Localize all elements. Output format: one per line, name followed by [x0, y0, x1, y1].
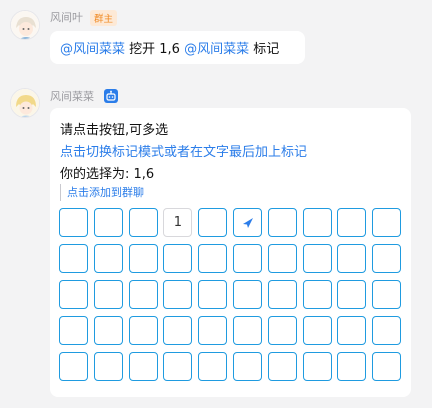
grid-cell-button[interactable] — [198, 280, 228, 309]
grid-cell-button[interactable] — [372, 316, 402, 345]
grid-cell-button[interactable] — [302, 316, 332, 345]
grid-cell-button[interactable] — [198, 208, 228, 237]
sender-name: 风间叶 — [50, 11, 83, 24]
grid-cell-button[interactable] — [163, 316, 193, 345]
robot-icon — [104, 89, 118, 103]
grid-cell-button[interactable] — [337, 244, 367, 273]
grid-cell-button[interactable] — [128, 316, 158, 345]
grid-cell-button[interactable] — [93, 280, 123, 309]
grid-cell-button[interactable] — [302, 208, 332, 237]
grid-cell-button[interactable] — [372, 352, 402, 381]
grid-cell-button[interactable] — [93, 316, 123, 345]
grid-cell-button[interactable] — [198, 244, 228, 273]
grid-cell-button[interactable] — [93, 244, 123, 273]
sender-name: 风间菜菜 — [50, 90, 94, 103]
grid-cell-button[interactable] — [302, 280, 332, 309]
grid-cell-button[interactable] — [267, 316, 297, 345]
grid-cell-button[interactable] — [267, 280, 297, 309]
grid-cell-button[interactable] — [372, 208, 402, 237]
message-line: 请点击按钮,可多选 — [60, 123, 169, 138]
grid-cell-button[interactable] — [163, 352, 193, 381]
grid-cell-button[interactable] — [93, 208, 123, 237]
grid-cell-button[interactable] — [198, 316, 228, 345]
grid-cell-button[interactable] — [302, 244, 332, 273]
avatar-fengjiancaicai[interactable] — [10, 88, 40, 118]
message-bubble-1: @风间菜菜 挖开 1,6 @风间菜菜 标记 — [50, 31, 305, 64]
grid-cell-button[interactable] — [163, 280, 193, 309]
grid-cell-button[interactable] — [233, 280, 262, 309]
cell-label: 1 — [173, 215, 183, 230]
grid-cell-button[interactable] — [163, 244, 193, 273]
grid-cell-button[interactable] — [128, 280, 158, 309]
grid-cell-button[interactable] — [337, 316, 367, 345]
message-bubble-2: 请点击按钮,可多选 点击切换标记模式或者在文字最后加上标记 你的选择为: 1,6… — [50, 108, 411, 397]
grid-cell-button[interactable] — [302, 352, 332, 381]
grid-cell-button[interactable] — [233, 352, 262, 381]
grid-cell-button[interactable] — [59, 316, 88, 345]
grid-cell-button[interactable] — [267, 208, 297, 237]
grid-cell-button[interactable] — [337, 280, 367, 309]
grid-cell-button[interactable] — [372, 280, 402, 309]
toggle-mark-mode-link[interactable]: 点击切换标记模式或者在文字最后加上标记 — [60, 141, 307, 160]
grid-cell-button[interactable] — [233, 208, 262, 237]
mention[interactable]: @风间菜菜 — [184, 42, 249, 57]
grid-cell-button[interactable] — [59, 280, 88, 309]
grid-cell-button[interactable] — [267, 244, 297, 273]
grid-cell-button[interactable]: 1 — [163, 208, 193, 237]
mention[interactable]: @风间菜菜 — [60, 42, 125, 57]
selection-text: 你的选择为: 1,6 — [60, 167, 155, 182]
grid-cell-button[interactable] — [337, 208, 367, 237]
message-text: 挖开 1,6 — [125, 42, 185, 57]
grid-cell-button[interactable] — [128, 352, 158, 381]
grid-cell-button[interactable] — [372, 244, 402, 273]
flag-icon — [242, 217, 253, 228]
add-to-group-link[interactable]: 点击添加到群聊 — [60, 184, 144, 201]
grid-cell-button[interactable] — [59, 208, 88, 237]
owner-badge: 群主 — [90, 10, 118, 26]
message-text: 标记 — [249, 42, 280, 57]
grid-cell-button[interactable] — [267, 352, 297, 381]
grid-cell-button[interactable] — [128, 244, 158, 273]
avatar-fengjianye[interactable] — [10, 10, 40, 40]
grid-cell-button[interactable] — [93, 352, 123, 381]
grid-cell-button[interactable] — [198, 352, 228, 381]
grid-cell-button[interactable] — [128, 208, 158, 237]
grid-cell-button[interactable] — [233, 244, 262, 273]
grid-cell-button[interactable] — [59, 244, 88, 273]
grid-cell-button[interactable] — [59, 352, 88, 381]
grid-cell-button[interactable] — [233, 316, 262, 345]
grid-cell-button[interactable] — [337, 352, 367, 381]
